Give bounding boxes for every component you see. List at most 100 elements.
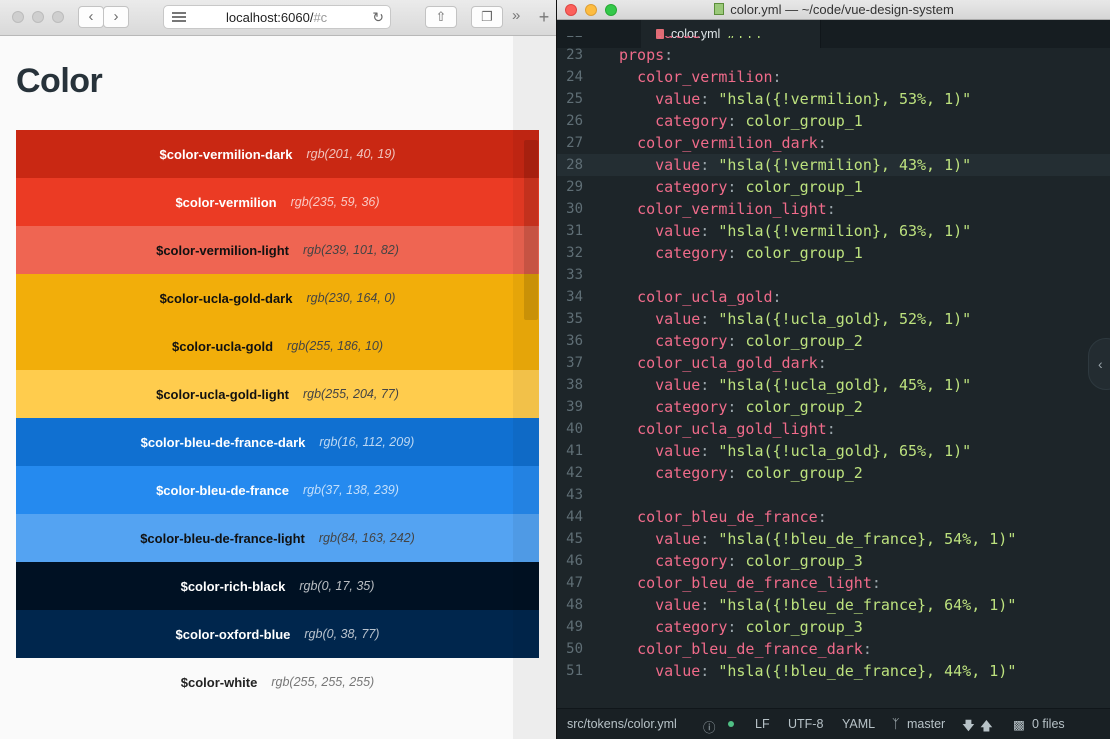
code-text: value: "hsla({!bleu_de_france}, 64%, 1)" <box>655 596 1017 614</box>
yaml-key: value <box>655 90 701 108</box>
swatch-value: rgb(255, 186, 10) <box>287 339 384 353</box>
line-number: 40 <box>566 421 583 437</box>
line-number: 27 <box>566 135 583 151</box>
address-bar[interactable]: localhost:6060/#c ↻ <box>163 5 391 29</box>
minimize-window-button[interactable] <box>32 11 44 23</box>
yaml-key: category <box>655 618 728 636</box>
chevron-left-icon: ‹ <box>1098 356 1103 372</box>
status-grammar[interactable]: YAML <box>842 717 875 731</box>
yaml-value: color_group_2 <box>745 332 863 350</box>
status-file-path[interactable]: src/tokens/color.yml <box>567 717 677 731</box>
close-window-button[interactable] <box>565 4 577 16</box>
zoom-window-button[interactable] <box>52 11 64 23</box>
code-text: category: color_group_2 <box>655 398 863 416</box>
scrollbar-thumb[interactable] <box>524 140 538 320</box>
reader-icon[interactable] <box>172 12 186 23</box>
yaml-value: "hsla({!vermilion}, 53%, 1)" <box>718 90 972 108</box>
info-icon[interactable]: ⓘ <box>703 717 716 736</box>
yaml-value: "hsla({!ucla_gold}, 52%, 1)" <box>718 310 972 328</box>
fetch-icon[interactable]: 🡇 <box>962 717 975 738</box>
color-swatch: $color-bleu-de-france-light rgb(84, 163, … <box>16 514 539 562</box>
swatch-name: $color-ucla-gold <box>171 338 274 354</box>
line-number: 49 <box>566 619 583 635</box>
more-toolbar-icon[interactable]: » <box>512 7 520 24</box>
line-number: 33 <box>566 267 583 283</box>
forward-button[interactable]: › <box>103 6 129 28</box>
code-text: category: color_group_1 <box>655 178 863 196</box>
code-line: 29 category: color_group_1 <box>557 176 1110 198</box>
line-number: 36 <box>566 333 583 349</box>
close-window-button[interactable] <box>12 11 24 23</box>
code-text: value: "hsla({!ucla_gold}, 52%, 1)" <box>655 310 972 328</box>
editor-titlebar: color.yml — ~/code/vue-design-system <box>557 0 1110 20</box>
yaml-value: color_group_1 <box>745 244 863 262</box>
code-text: category: color_group_3 <box>655 618 863 636</box>
code-line: 24 color_vermilion: <box>557 66 1110 88</box>
page-title: Color <box>16 62 103 100</box>
code-editor[interactable]: 22 value: "#fff" 23 props: 24 color_vermili… <box>557 36 1110 708</box>
code-line: 22 value: "#fff" <box>557 36 1110 44</box>
line-number: 22 <box>557 36 583 44</box>
back-button[interactable]: ‹ <box>78 6 104 28</box>
code-line: 40 color_ucla_gold_light: <box>557 418 1110 440</box>
zoom-window-button[interactable] <box>605 4 617 16</box>
file-icon <box>714 3 725 15</box>
new-tab-icon[interactable]: + <box>533 7 555 33</box>
reload-icon[interactable]: ↻ <box>372 9 384 26</box>
yaml-value: "hsla({!vermilion}, 63%, 1)" <box>718 222 972 240</box>
code-line: 28 value: "hsla({!vermilion}, 43%, 1)" <box>557 154 1110 176</box>
tabs-icon: ❐ <box>481 9 493 24</box>
collapse-panel-handle[interactable]: ‹ <box>1088 338 1110 390</box>
code-line: 46 category: color_group_3 <box>557 550 1110 572</box>
code-line: 49 category: color_group_3 <box>557 616 1110 638</box>
minimize-window-button[interactable] <box>585 4 597 16</box>
tabs-overview-button[interactable]: ❐ <box>471 6 503 28</box>
swatch-value: rgb(255, 255, 255) <box>271 675 375 689</box>
code-line: 38 value: "hsla({!ucla_gold}, 45%, 1)" <box>557 374 1110 396</box>
yaml-key: value <box>655 662 701 680</box>
code-line: 23 props: <box>557 44 1110 66</box>
yaml-key: color_vermilion <box>637 68 773 86</box>
code-text: value: "hsla({!vermilion}, 53%, 1)" <box>655 90 972 108</box>
line-number: 28 <box>566 157 583 173</box>
yaml-key: category <box>655 112 728 130</box>
line-number: 32 <box>566 245 583 261</box>
swatch-name: $color-bleu-de-france-dark <box>140 434 306 450</box>
line-number: 43 <box>566 487 583 503</box>
push-icon[interactable]: 🡅 <box>980 717 993 738</box>
status-files[interactable]: 0 files <box>1032 717 1065 731</box>
swatch-name: $color-bleu-de-france-light <box>140 530 305 546</box>
yaml-value: "hsla({!vermilion}, 43%, 1)" <box>718 156 972 174</box>
code-text: color_ucla_gold: <box>637 288 782 306</box>
line-number: 48 <box>566 597 583 613</box>
line-number: 47 <box>566 575 583 591</box>
swatch-value: rgb(16, 112, 209) <box>319 435 415 449</box>
window-title: color.yml — ~/code/vue-design-system <box>730 2 954 17</box>
code-line: 32 category: color_group_1 <box>557 242 1110 264</box>
code-text: category: color_group_1 <box>655 244 863 262</box>
yaml-key: color_ucla_gold_light <box>637 420 827 438</box>
yaml-key: color_ucla_gold <box>637 288 773 306</box>
code-line: 47 color_bleu_de_france_light: <box>557 572 1110 594</box>
color-swatch: $color-oxford-blue rgb(0, 38, 77) <box>16 610 539 658</box>
status-branch[interactable]: master <box>907 717 945 731</box>
status-encoding[interactable]: UTF-8 <box>788 717 823 731</box>
status-line-ending[interactable]: LF <box>755 717 770 731</box>
yaml-key: category <box>655 178 728 196</box>
code-text: category: color_group_1 <box>655 112 863 130</box>
swatch-name: $color-bleu-de-france <box>156 482 289 498</box>
swatch-value: rgb(37, 138, 239) <box>303 483 399 497</box>
line-number: 31 <box>566 223 583 239</box>
code-line: 25 value: "hsla({!vermilion}, 53%, 1)" <box>557 88 1110 110</box>
line-number: 25 <box>566 91 583 107</box>
code-line: 48 value: "hsla({!bleu_de_france}, 64%, … <box>557 594 1110 616</box>
line-number: 38 <box>566 377 583 393</box>
code-line: 45 value: "hsla({!bleu_de_france}, 54%, … <box>557 528 1110 550</box>
yaml-value: color_group_1 <box>745 112 863 130</box>
swatch-value: rgb(255, 204, 77) <box>302 387 399 401</box>
swatch-name: $color-white <box>180 674 258 690</box>
code-text: value: "hsla({!ucla_gold}, 45%, 1)" <box>655 376 972 394</box>
files-icon: ▩ <box>1013 718 1025 732</box>
share-button[interactable]: ⇧ <box>425 6 457 28</box>
line-number: 45 <box>566 531 583 547</box>
